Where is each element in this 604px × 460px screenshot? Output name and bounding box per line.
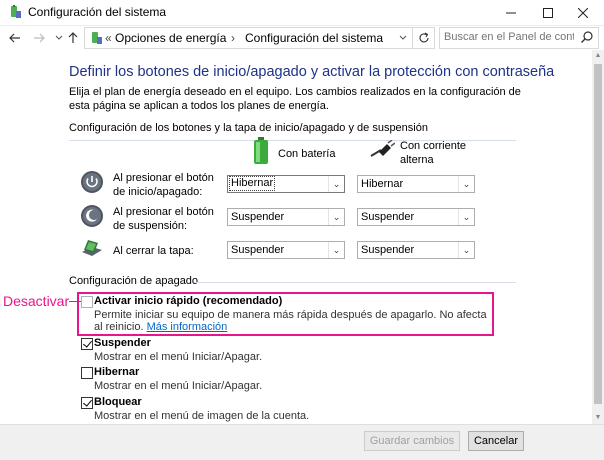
lock-option-label: Bloquear <box>94 396 142 408</box>
address-bar[interactable]: « Opciones de energía › Configuración de… <box>84 27 413 49</box>
forward-arrow-icon <box>34 33 45 43</box>
up-button[interactable] <box>64 29 82 47</box>
lock-checkbox[interactable] <box>81 397 93 409</box>
vertical-scrollbar[interactable]: ▲ ▼ <box>592 50 604 424</box>
chevron-down-icon: ⌄ <box>458 242 474 258</box>
sleep-option-description: Mostrar en el menú Iniciar/Apagar. <box>94 351 263 363</box>
select-value: Suspender <box>231 244 285 256</box>
select-value: Hibernar <box>228 176 276 191</box>
row-lid-label: Al cerrar la tapa: <box>113 245 194 257</box>
back-arrow-icon <box>9 33 20 43</box>
chevron-down-icon <box>55 35 63 40</box>
page-title: Definir los botones de inicio/apagado y … <box>69 64 555 80</box>
refresh-icon <box>419 32 429 43</box>
up-arrow-icon <box>68 32 78 43</box>
minimize-icon <box>506 12 516 14</box>
power-plug-icon <box>370 140 395 157</box>
chevron-down-icon: ⌄ <box>328 242 344 258</box>
annotation-callout: Desactivar <box>3 293 70 309</box>
close-button[interactable] <box>560 0 604 26</box>
fast-startup-description: Permite iniciar su equipo de manera más … <box>94 309 494 333</box>
fast-startup-checkbox[interactable] <box>81 296 93 308</box>
sleep-button-ac-select[interactable]: Suspender ⌄ <box>357 208 475 226</box>
sleep-checkbox[interactable] <box>81 338 93 350</box>
select-value: Suspender <box>361 211 415 223</box>
lid-battery-select[interactable]: Suspender ⌄ <box>227 241 345 259</box>
breadcrumb-power-options[interactable]: Opciones de energía <box>115 31 226 45</box>
navigation-bar: « Opciones de energía › Configuración de… <box>0 26 604 50</box>
chevron-down-icon <box>399 35 407 40</box>
cancel-button[interactable]: Cancelar <box>468 431 524 451</box>
chevron-down-icon: ⌄ <box>328 209 344 225</box>
column-battery: Con batería <box>278 148 336 160</box>
breadcrumb-separator[interactable]: › <box>231 31 235 45</box>
select-value: Hibernar <box>361 178 404 190</box>
control-panel-icon <box>11 5 21 18</box>
close-icon <box>578 8 588 18</box>
column-ac: Con corriente alterna <box>400 140 467 166</box>
row-power-button-label: Al presionar el botón de inicio/apagado: <box>113 172 214 198</box>
fast-startup-label: Activar inicio rápido (recomendado) <box>94 295 283 307</box>
intro-text: Elija el plan de energía deseado en el e… <box>69 86 521 112</box>
row-sleep-button-label: Al presionar el botón de suspensión: <box>113 206 214 232</box>
back-button[interactable] <box>6 29 24 47</box>
search-box[interactable] <box>439 27 599 49</box>
maximize-icon <box>543 8 553 18</box>
search-icon <box>581 31 593 43</box>
window-title: Configuración del sistema <box>28 5 167 19</box>
control-panel-icon <box>92 32 102 44</box>
breadcrumb-overflow[interactable]: « <box>105 31 112 45</box>
chevron-down-icon: ⌄ <box>458 209 474 225</box>
sleep-button-icon <box>81 205 103 227</box>
battery-icon <box>254 137 268 164</box>
shutdown-section-title: Configuración de apagado <box>69 275 199 287</box>
buttons-section-title: Configuración de los botones y la tapa d… <box>69 122 428 134</box>
chevron-down-icon: ⌄ <box>458 176 474 192</box>
breadcrumb-system-settings[interactable]: Configuración del sistema <box>245 31 383 45</box>
select-value: Suspender <box>361 244 415 256</box>
scroll-down-icon[interactable]: ▼ <box>592 412 604 424</box>
chevron-down-icon: ⌄ <box>328 176 344 192</box>
lid-ac-select[interactable]: Suspender ⌄ <box>357 241 475 259</box>
save-changes-button[interactable]: Guardar cambios <box>364 431 460 451</box>
sleep-button-battery-select[interactable]: Suspender ⌄ <box>227 208 345 226</box>
power-button-icon <box>81 171 103 193</box>
address-dropdown-button[interactable] <box>395 28 411 48</box>
section-divider <box>194 282 516 283</box>
title-bar: Configuración del sistema <box>0 0 604 26</box>
scroll-up-icon[interactable]: ▲ <box>592 50 604 62</box>
select-value: Suspender <box>231 211 285 223</box>
scrollbar-thumb[interactable] <box>594 64 602 404</box>
more-info-link[interactable]: Más información <box>147 321 228 333</box>
search-input[interactable] <box>444 31 574 43</box>
sleep-option-label: Suspender <box>94 337 151 349</box>
power-button-ac-select[interactable]: Hibernar ⌄ <box>357 175 475 193</box>
refresh-button[interactable] <box>413 27 435 49</box>
forward-button[interactable] <box>30 29 48 47</box>
lock-option-description: Mostrar en el menú de imagen de la cuent… <box>94 410 310 422</box>
hibernate-checkbox[interactable] <box>81 367 93 379</box>
hibernate-option-label: Hibernar <box>94 366 140 378</box>
laptop-lid-icon <box>82 240 102 256</box>
power-button-battery-select[interactable]: Hibernar ⌄ <box>227 175 345 193</box>
hibernate-option-description: Mostrar en el menú Iniciar/Apagar. <box>94 380 263 392</box>
